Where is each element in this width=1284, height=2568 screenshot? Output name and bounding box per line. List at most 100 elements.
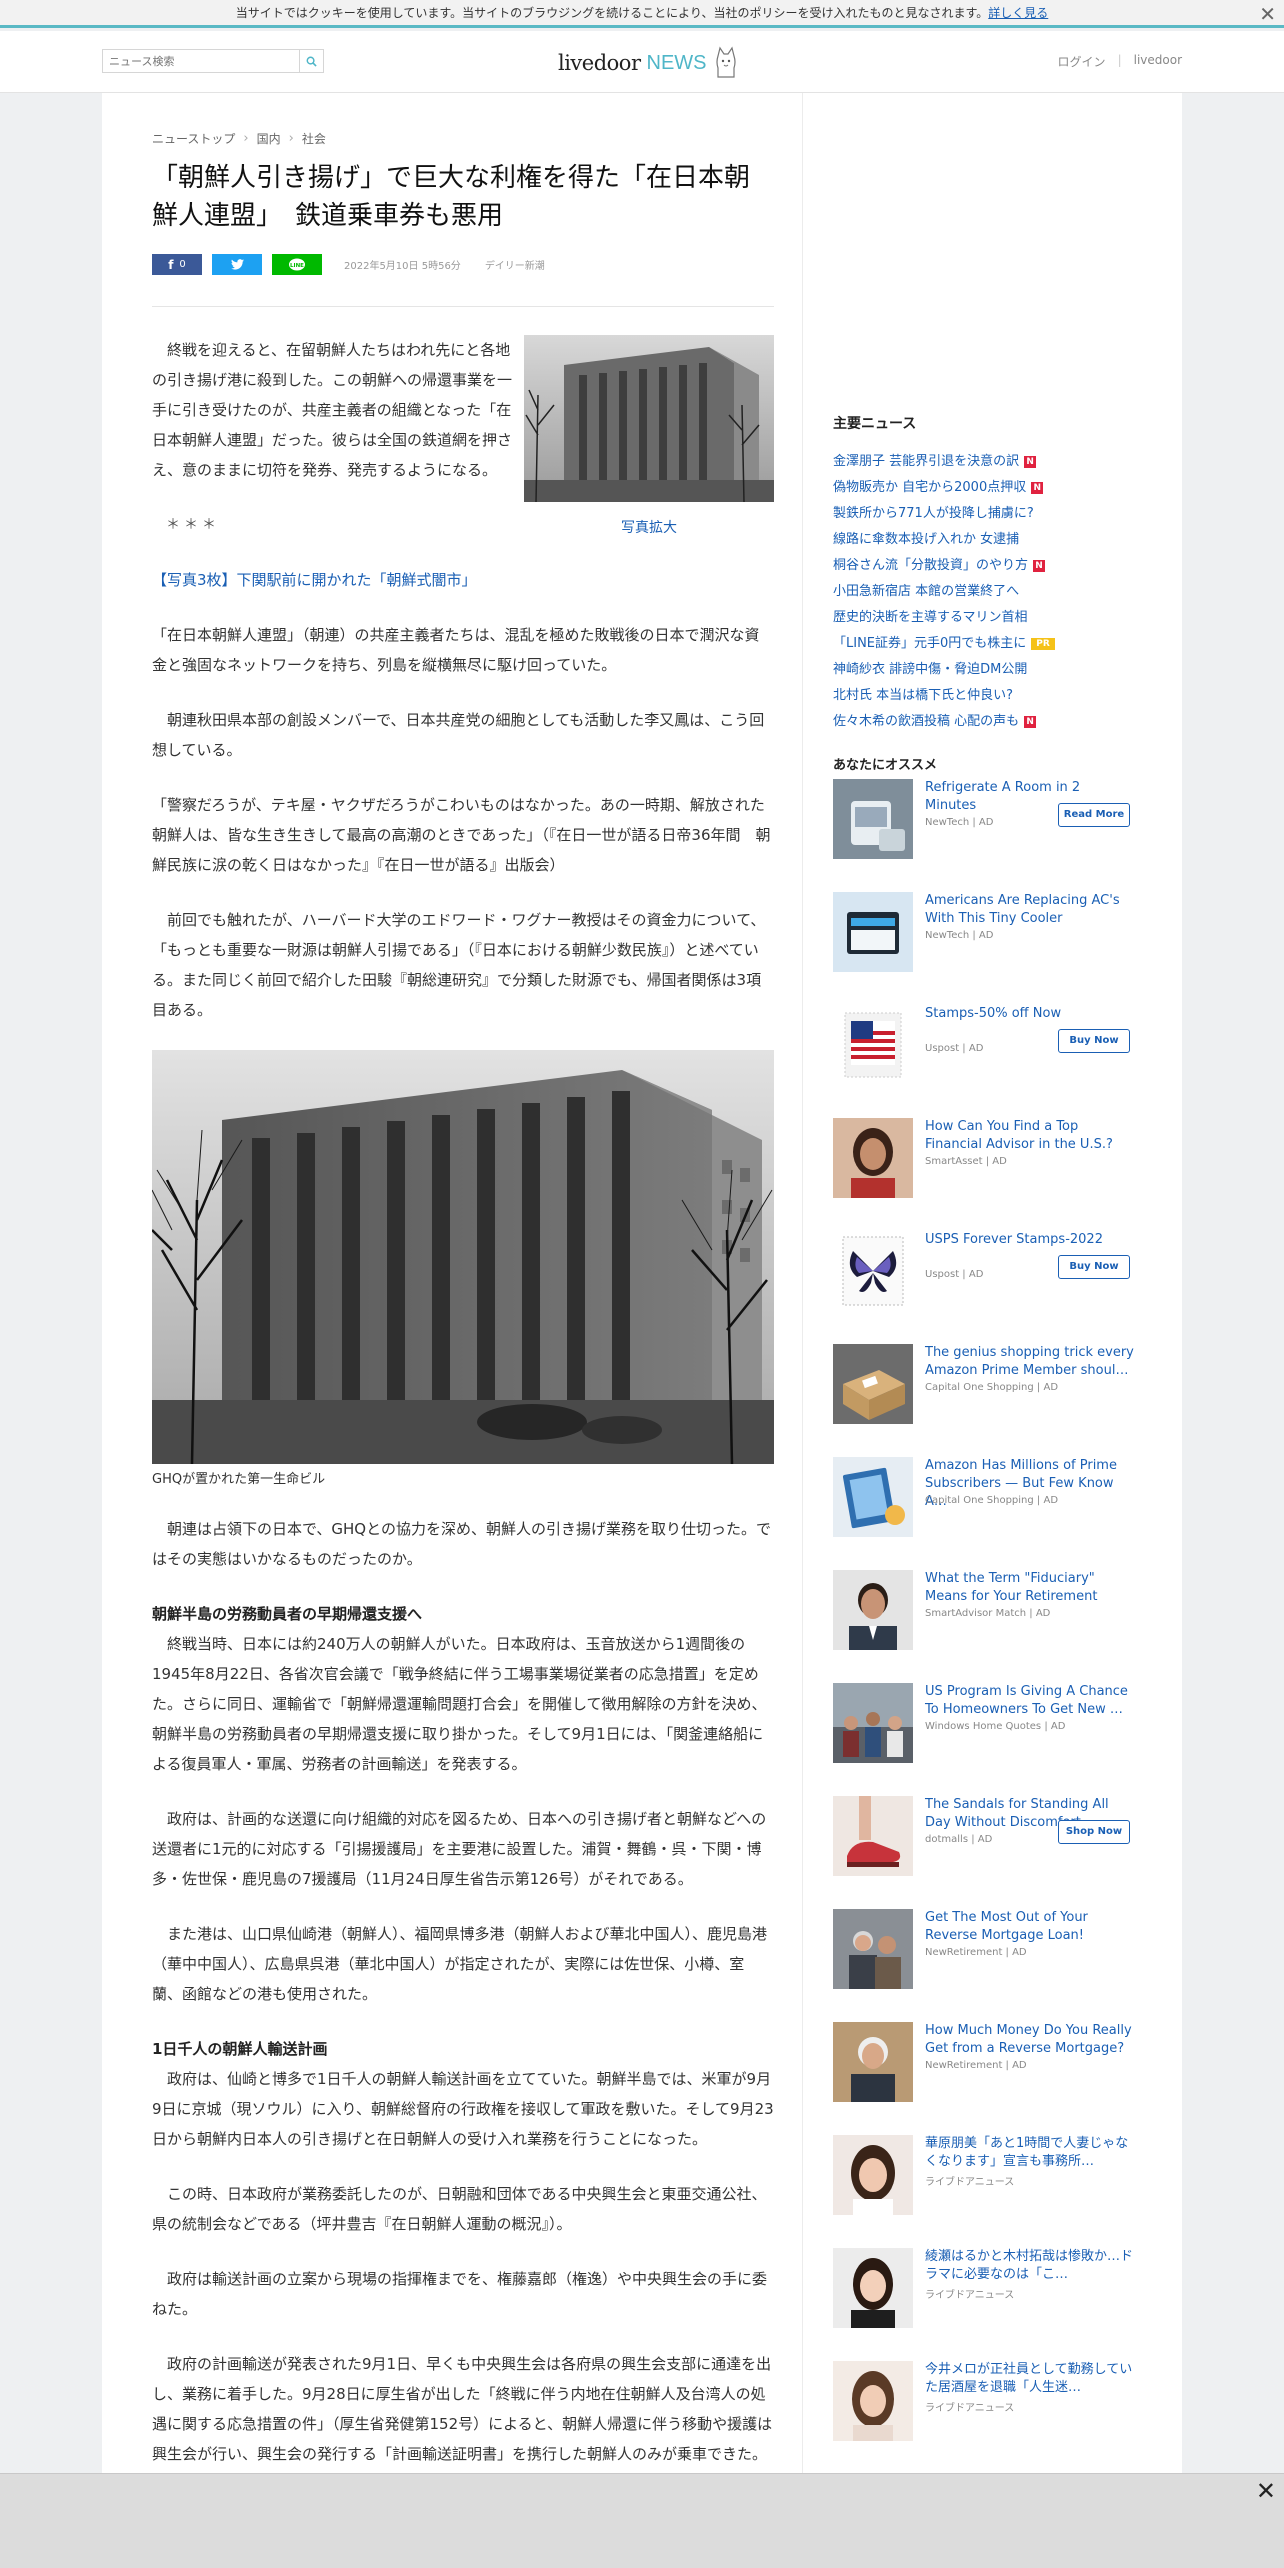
ad-card[interactable]: 綾瀬はるかと木村拓哉は惨敗か…ドラマに必要なのは「こ… ライブドアニュース	[833, 2248, 1143, 2361]
new-badge: N	[1033, 560, 1046, 572]
ad-title[interactable]: The genius shopping trick every Amazon P…	[925, 1344, 1135, 1380]
header-user-links: ログイン | livedoor	[1058, 53, 1182, 70]
news-item[interactable]: 偽物販売か 自宅から2000点押収 N	[833, 475, 1133, 501]
ad-source: NewTech | AD	[925, 930, 994, 941]
ad-thumbnail-package[interactable]	[833, 1457, 913, 1537]
news-item[interactable]: 「LINE証券」元手0円でも株主に PR	[833, 631, 1133, 657]
ad-title[interactable]: Get The Most Out of Your Reverse Mortgag…	[925, 1909, 1135, 1945]
news-item[interactable]: 佐々木希の飲酒投稿 心配の声も N	[833, 709, 1133, 735]
photo-enlarge-link[interactable]: 写真拡大	[524, 516, 774, 540]
bottom-ad-overlay: ✕	[0, 2473, 1284, 2568]
news-title[interactable]: 華原朋美「あと1時間で人妻じゃなくなります」宣言も事務所…	[925, 2135, 1135, 2171]
chevron-right-icon: ›	[288, 131, 294, 146]
ad-title[interactable]: US Program Is Giving A Chance To Homeown…	[925, 1683, 1135, 1719]
news-item[interactable]: 線路に傘数本投げ入れか 女逮捕	[833, 527, 1133, 553]
line-share-button[interactable]: LINE	[272, 254, 322, 275]
breadcrumb-domestic[interactable]: 国内	[257, 130, 281, 147]
read-more-button[interactable]: Read More	[1058, 803, 1130, 827]
paragraph-8: また港は、山口県仙崎港（朝鮮人）、福岡県博多港（朝鮮人および華北中国人）、鹿児島…	[152, 1925, 768, 2003]
breadcrumb-society[interactable]: 社会	[302, 130, 326, 147]
news-thumbnail-person[interactable]	[833, 2248, 913, 2328]
ad-thumbnail-package[interactable]	[833, 1344, 913, 1424]
news-thumbnail-person[interactable]	[833, 2135, 913, 2215]
paragraph-1: 「在日本朝鮮人連盟」（朝連）の共産主義者たちは、混乱を極めた敗戦後の日本で潤沢な…	[152, 626, 760, 674]
cookie-close-icon[interactable]: ✕	[1259, 2, 1276, 26]
close-icon[interactable]: ✕	[1256, 2476, 1276, 2506]
news-item[interactable]: 小田急新宿店 本館の営業終了へ	[833, 579, 1133, 605]
ad-card[interactable]: Get The Most Out of Your Reverse Mortgag…	[833, 1909, 1143, 2022]
ad-card[interactable]: The Sandals for Standing All Day Without…	[833, 1796, 1143, 1909]
ad-card[interactable]: 今井メロが正社員として勤務していた居酒屋を退職「人生迷… ライブドアニュース	[833, 2361, 1143, 2474]
ad-card[interactable]: USPS Forever Stamps-2022 Uspost | AD Buy…	[833, 1231, 1143, 1344]
ad-thumbnail-person[interactable]	[833, 1118, 913, 1198]
buy-now-button[interactable]: Buy Now	[1058, 1255, 1130, 1279]
livedoor-link[interactable]: livedoor	[1134, 53, 1182, 70]
ad-thumbnail-butterfly-stamp[interactable]	[833, 1231, 913, 1311]
paragraph-3: 「警察だろうが、テキ屋・ヤクザだろうがこわいものはなかった。あの一時期、解放され…	[152, 796, 771, 874]
news-source: ライブドアニュース	[925, 2290, 1015, 2301]
news-thumbnail-person[interactable]	[833, 2361, 913, 2441]
ad-card[interactable]: Refrigerate A Room in 2 Minutes NewTech …	[833, 779, 1143, 892]
ad-card[interactable]: Stamps-50% off Now Uspost | AD Buy Now	[833, 1005, 1143, 1118]
news-item[interactable]: 北村氏 本当は橋下氏と仲良い?	[833, 683, 1133, 709]
ad-thumbnail-couple[interactable]	[833, 1909, 913, 1989]
news-source: ライブドアニュース	[925, 2403, 1015, 2414]
twitter-share-button[interactable]	[212, 254, 262, 275]
ad-thumbnail-sandals[interactable]	[833, 1796, 913, 1876]
breadcrumb-top[interactable]: ニューストップ	[152, 130, 235, 147]
building-photo-large[interactable]	[152, 1050, 774, 1464]
ad-title[interactable]: USPS Forever Stamps-2022	[925, 1231, 1135, 1249]
ad-title[interactable]: Stamps-50% off Now	[925, 1005, 1135, 1023]
ad-card[interactable]: 華原朋美「あと1時間で人妻じゃなくなります」宣言も事務所… ライブドアニュース	[833, 2135, 1143, 2248]
news-title[interactable]: 今井メロが正社員として勤務していた居酒屋を退職「人生迷…	[925, 2361, 1135, 2397]
ad-thumbnail-person[interactable]	[833, 2022, 913, 2102]
paragraph-6: 終戦当時、日本には約240万人の朝鮮人がいた。日本政府は、玉音放送から1週間後の…	[152, 1635, 767, 1773]
buy-now-button[interactable]: Buy Now	[1058, 1029, 1130, 1053]
ad-thumbnail-person[interactable]	[833, 1570, 913, 1650]
line-icon: LINE	[289, 258, 305, 270]
search-button[interactable]	[299, 50, 323, 72]
news-item[interactable]: 製鉄所から771人が投降し捕虜に?	[833, 501, 1133, 527]
ad-title[interactable]: What the Term "Fiduciary" Means for Your…	[925, 1570, 1135, 1606]
cookie-details-link[interactable]: 詳しく見る	[988, 6, 1048, 20]
ad-thumbnail-crowd[interactable]	[833, 1683, 913, 1763]
news-item[interactable]: 桐谷さん流「分散投資」のやり方 N	[833, 553, 1133, 579]
site-logo[interactable]: livedoor NEWS	[558, 45, 739, 81]
ad-source: NewRetirement | AD	[925, 1947, 1027, 1958]
ad-source: Uspost | AD	[925, 1269, 984, 1280]
search-input[interactable]	[103, 50, 299, 73]
building-photo-small[interactable]	[524, 335, 774, 503]
login-link[interactable]: ログイン	[1058, 53, 1106, 70]
news-title[interactable]: 綾瀬はるかと木村拓哉は惨敗か…ドラマに必要なのは「こ…	[925, 2248, 1135, 2284]
photo-gallery-link[interactable]: 【写真3枚】下関駅前に開かれた「朝鮮式闇市」	[152, 565, 774, 595]
news-item[interactable]: 神崎紗衣 誹謗中傷・脅迫DM公開	[833, 657, 1133, 683]
ad-card[interactable]: The genius shopping trick every Amazon P…	[833, 1344, 1143, 1457]
ad-title[interactable]: How Much Money Do You Really Get from a …	[925, 2022, 1135, 2058]
ad-card[interactable]: What the Term "Fiduciary" Means for Your…	[833, 1570, 1143, 1683]
paragraph-4: 前回でも触れたが、ハーバード大学のエドワード・ワグナー教授はその資金力について、…	[152, 911, 766, 1019]
facebook-share-button[interactable]: f 0	[152, 254, 202, 275]
article-column: ニューストップ › 国内 › 社会 「朝鮮人引き揚げ」で巨大な利権を得た「在日本…	[102, 93, 802, 2568]
news-item[interactable]: 金澤朋子 芸能界引退を決意の訳 N	[833, 449, 1133, 475]
ad-thumbnail-flag-stamp[interactable]	[833, 1005, 913, 1085]
article-source[interactable]: デイリー新潮	[485, 257, 545, 272]
paragraph-10: この時、日本政府が業務委託したのが、日朝融和団体である中央興生会と東亜交通公社、…	[152, 2185, 767, 2233]
paragraph-9: 政府は、仙崎と博多で1日千人の朝鮮人輸送計画を立てていた。朝鮮半島では、米軍が9…	[152, 2070, 774, 2148]
ad-card[interactable]: Americans Are Replacing AC's With This T…	[833, 892, 1143, 1005]
subheading-2: 1日千人の朝鮮人輸送計画	[152, 2040, 328, 2058]
recommend-list: Refrigerate A Room in 2 Minutes NewTech …	[833, 779, 1143, 2474]
ad-thumbnail-cooler[interactable]	[833, 779, 913, 859]
news-item[interactable]: 歴史的決断を主導するマリン首相	[833, 605, 1133, 631]
ad-title[interactable]: Americans Are Replacing AC's With This T…	[925, 892, 1135, 928]
ad-card[interactable]: US Program Is Giving A Chance To Homeown…	[833, 1683, 1143, 1796]
twitter-icon	[230, 259, 244, 270]
ad-card[interactable]: How Can You Find a Top Financial Advisor…	[833, 1118, 1143, 1231]
ad-card[interactable]: How Much Money Do You Really Get from a …	[833, 2022, 1143, 2135]
ad-source: NewTech | AD	[925, 817, 994, 828]
sidebar: 主要ニュース 金澤朋子 芸能界引退を決意の訳 N 偽物販売か 自宅から2000点押…	[802, 93, 1182, 2568]
ad-title[interactable]: How Can You Find a Top Financial Advisor…	[925, 1118, 1135, 1154]
ad-card[interactable]: Amazon Has Millions of Prime Subscribers…	[833, 1457, 1143, 1570]
facebook-count: 0	[179, 259, 186, 270]
shop-now-button[interactable]: Shop Now	[1058, 1820, 1130, 1844]
ad-thumbnail-cooler[interactable]	[833, 892, 913, 972]
